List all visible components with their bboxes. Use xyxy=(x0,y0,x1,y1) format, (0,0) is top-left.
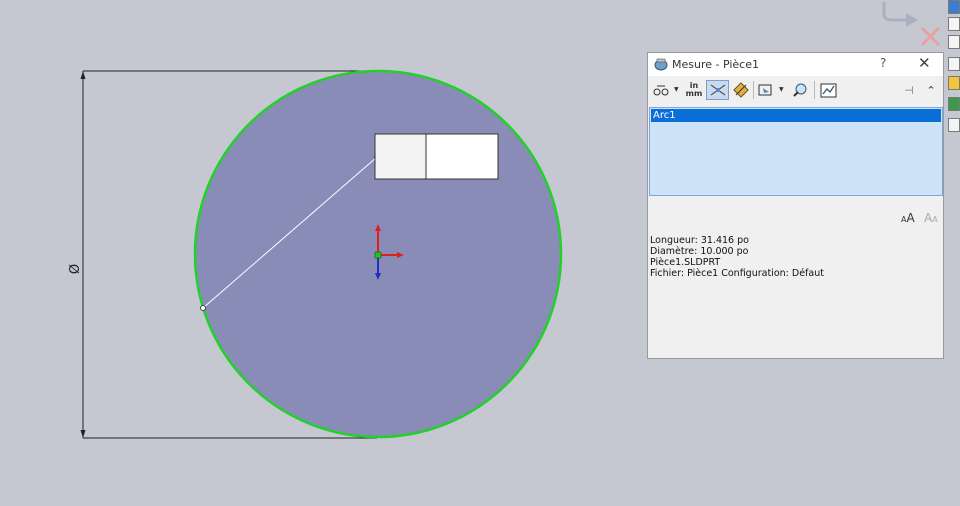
help-button[interactable]: ? xyxy=(880,56,886,70)
diameter-dimension-symbol[interactable]: Ø xyxy=(68,264,83,274)
measure-callout-left[interactable] xyxy=(374,133,427,180)
smaller-font-icon[interactable]: AA xyxy=(924,211,938,225)
task-pane-tabs xyxy=(948,0,960,140)
measure-dialog: Mesure - Pièce1 ? ✕ ▼ in mm ▼ ⊣ ⌃ Arc1 A… xyxy=(647,52,944,359)
pin-icon[interactable]: ⊣ xyxy=(902,80,916,100)
appearances-icon[interactable] xyxy=(948,97,960,111)
arc-options-dropdown-icon[interactable]: ▼ xyxy=(674,86,679,93)
close-button[interactable]: ✕ xyxy=(918,54,931,72)
measure-history-icon[interactable] xyxy=(791,80,809,100)
larger-font-icon[interactable]: AA xyxy=(901,211,915,225)
toolbar-separator xyxy=(814,81,815,99)
point-to-point-icon[interactable] xyxy=(732,80,750,100)
measure-dialog-title: Mesure - Pièce1 xyxy=(672,58,760,71)
resources-icon[interactable] xyxy=(948,0,960,14)
result-length: Longueur: 31.416 po xyxy=(650,235,749,246)
selection-list[interactable]: Arc1 xyxy=(649,107,943,196)
units-precision-icon[interactable]: in mm xyxy=(685,80,703,100)
toolbar-separator xyxy=(753,81,754,99)
list-item[interactable]: Arc1 xyxy=(651,109,941,122)
result-diameter: Diamètre: 10.000 po xyxy=(650,246,749,257)
design-library-icon[interactable] xyxy=(948,35,960,49)
collapse-icon[interactable]: ⌃ xyxy=(924,80,938,100)
measure-results: Longueur: 31.416 po Diamètre: 10.000 po … xyxy=(650,235,824,279)
cancel-x-icon[interactable] xyxy=(920,26,941,47)
home-icon[interactable] xyxy=(948,17,960,31)
create-sensor-icon[interactable] xyxy=(818,80,838,100)
view-palette-icon[interactable] xyxy=(948,76,960,90)
arc-circle-options-icon[interactable] xyxy=(653,80,669,100)
projection-icon[interactable] xyxy=(757,80,773,100)
rotate-arrow-icon[interactable] xyxy=(882,2,918,27)
file-explorer-icon[interactable] xyxy=(948,57,960,71)
result-file-name: Pièce1.SLDPRT xyxy=(650,257,721,268)
projection-dropdown-icon[interactable]: ▼ xyxy=(779,86,784,93)
dimension-arrow-top xyxy=(80,71,86,79)
result-file-config: Fichier: Pièce1 Configuration: Défaut xyxy=(650,268,824,279)
leader-endpoint-circle xyxy=(200,305,206,311)
units-label-bottom: mm xyxy=(685,89,703,98)
measure-icon xyxy=(654,58,668,71)
measure-callout-right[interactable] xyxy=(425,133,499,180)
show-xyz-measurements-icon[interactable] xyxy=(706,80,729,100)
measure-dialog-titlebar[interactable]: Mesure - Pièce1 ? ✕ xyxy=(648,53,943,76)
dimension-arrow-bottom xyxy=(80,430,86,438)
measure-toolbar: ▼ in mm ▼ ⊣ ⌃ xyxy=(648,77,943,103)
custom-properties-icon[interactable] xyxy=(948,118,960,132)
